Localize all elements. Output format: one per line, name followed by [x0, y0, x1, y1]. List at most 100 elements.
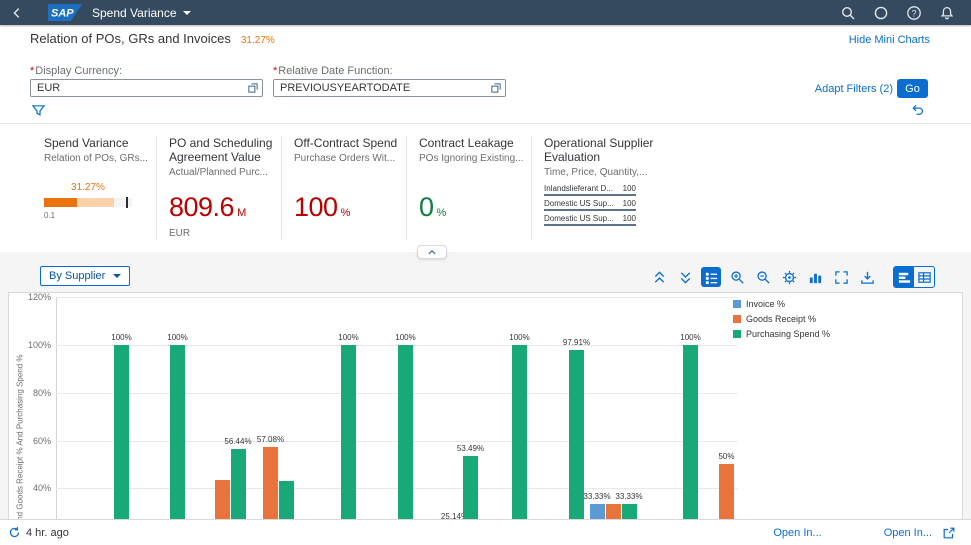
legend-toggle-button[interactable] [701, 267, 721, 287]
comparison-micro-chart: Inlandslieferant D...100 Domestic US Sup… [544, 184, 636, 229]
svg-text:SAP: SAP [51, 8, 74, 20]
app-window: SAP Spend Variance ? Relation of POs, GR… [0, 0, 971, 545]
zoom-in-button[interactable] [727, 267, 747, 287]
refresh-control[interactable]: 4 hr. ago [8, 526, 69, 539]
kpi-card-spend-variance[interactable]: Spend Variance Relation of POs, GRs... 3… [44, 136, 156, 244]
collapse-header-button[interactable] [417, 245, 447, 259]
bar-chart-icon [808, 270, 823, 285]
chevron-down-icon [183, 11, 191, 15]
bar[interactable] [398, 345, 413, 545]
kpi-divider [406, 136, 407, 240]
legend-item[interactable]: Invoice % [733, 299, 830, 309]
required-asterisk: * [30, 65, 34, 77]
filter-funnel-button[interactable] [31, 102, 47, 118]
kpi-card-off-contract-spend[interactable]: Off-Contract Spend Purchase Orders Wit..… [294, 136, 406, 244]
kpi-card-po-value[interactable]: PO and Scheduling Agreement Value Actual… [169, 136, 281, 244]
help-button[interactable]: ? [906, 5, 922, 21]
legend-item[interactable]: Goods Receipt % [733, 314, 830, 324]
y-axis-line [56, 297, 57, 545]
app-title-menu[interactable]: Spend Variance [92, 6, 191, 20]
svg-text:?: ? [911, 8, 916, 18]
gridline [56, 345, 738, 346]
gridline [56, 297, 738, 298]
chart-settings-button[interactable] [779, 267, 799, 287]
table-view-button[interactable] [914, 267, 934, 287]
page-header: Relation of POs, GRs and Invoices 31.27%… [0, 25, 971, 124]
zoom-out-button[interactable] [753, 267, 773, 287]
value-help-button[interactable] [488, 81, 504, 95]
comparison-bar [544, 209, 636, 211]
kpi-card-supplier-evaluation[interactable]: Operational Supplier Evaluation Time, Pr… [544, 136, 656, 244]
y-axis-tick: 100% [9, 340, 51, 350]
back-button[interactable] [0, 0, 34, 25]
relative-date-combo [273, 79, 506, 97]
gridline [56, 393, 738, 394]
chart-view-button[interactable] [894, 267, 914, 287]
kpi-card-contract-leakage[interactable]: Contract Leakage POs Ignoring Existing..… [419, 136, 531, 244]
collapse-all-button[interactable] [649, 267, 669, 287]
relative-date-input[interactable] [273, 79, 506, 97]
page-title-metric: 31.27% [241, 35, 275, 46]
view-switch [893, 266, 935, 288]
required-asterisk: * [273, 65, 277, 77]
gear-icon [782, 270, 797, 285]
kpi-title: Contract Leakage [419, 136, 531, 150]
page-title: Relation of POs, GRs and Invoices [30, 31, 231, 46]
kpi-title: Operational Supplier Evaluation [544, 136, 656, 164]
kpi-subtitle: Actual/Planned Purc... [169, 167, 281, 178]
bar-value-label: 33.33% [605, 492, 653, 501]
expand-all-button[interactable] [675, 267, 695, 287]
chart-legend: Invoice % Goods Receipt % Purchasing Spend… [733, 299, 830, 344]
display-currency-input[interactable] [30, 79, 263, 97]
expand-arrows-icon [834, 270, 849, 285]
view-by-select[interactable]: By Supplier [40, 266, 130, 286]
bullet-axis-min: 0.1 [44, 211, 55, 220]
legend-item[interactable]: Purchasing Spend % [733, 329, 830, 339]
legend-icon [704, 270, 719, 285]
search-button[interactable] [840, 5, 856, 21]
open-in-link-1[interactable]: Open In... [773, 527, 821, 539]
notifications-button[interactable] [939, 5, 955, 21]
chevron-down-icon [113, 274, 121, 278]
bar-value-label: 50% [703, 452, 751, 461]
reset-button[interactable] [910, 101, 926, 117]
open-in-link-2[interactable]: Open In... [884, 527, 932, 539]
legend-label: Invoice % [746, 299, 785, 309]
bullet-actual-bar [44, 198, 77, 207]
bar[interactable] [512, 345, 527, 545]
hide-mini-charts-link[interactable]: Hide Mini Charts [849, 34, 930, 46]
kpi-divider [531, 136, 532, 240]
open-external-button[interactable] [942, 525, 958, 541]
display-currency-label: *Display Currency: [30, 65, 122, 77]
copilot-button[interactable] [873, 5, 889, 21]
bar-value-label: 57.08% [247, 435, 295, 444]
search-icon [840, 5, 856, 21]
download-button[interactable] [857, 267, 877, 287]
gridline [56, 488, 738, 489]
fullscreen-button[interactable] [831, 267, 851, 287]
adapt-filters-link[interactable]: Adapt Filters (2) [815, 83, 893, 95]
kpi-divider [156, 136, 157, 240]
go-button[interactable]: Go [897, 79, 928, 98]
bullet-chart-value: 31.27% [44, 182, 132, 193]
kpi-value: 809.6M [169, 192, 246, 223]
comparison-bar [544, 194, 636, 196]
bar[interactable] [569, 350, 584, 545]
bar[interactable] [683, 345, 698, 545]
kpi-subtitle: Time, Price, Quantity,... [544, 167, 656, 178]
bell-icon [939, 5, 955, 21]
bar[interactable] [114, 345, 129, 545]
kpi-subtitle: POs Ignoring Existing... [419, 153, 531, 164]
bar-chart-area[interactable]: Invoice % And Goods Receipt % And Purcha… [8, 292, 963, 545]
legend-label: Purchasing Spend % [746, 329, 830, 339]
bar-value-label: 97.91% [553, 338, 601, 347]
bar[interactable] [170, 345, 185, 545]
kpi-title: Spend Variance [44, 136, 156, 150]
chart-type-button[interactable] [805, 267, 825, 287]
bar[interactable] [341, 345, 356, 545]
page-title-row: Relation of POs, GRs and Invoices 31.27% [30, 31, 275, 46]
undo-arrow-icon [910, 102, 925, 117]
footer-bar: 4 hr. ago Open In... Open In... [0, 519, 971, 545]
comparison-row: Domestic US Sup...100 [544, 199, 636, 211]
value-help-button[interactable] [245, 81, 261, 95]
